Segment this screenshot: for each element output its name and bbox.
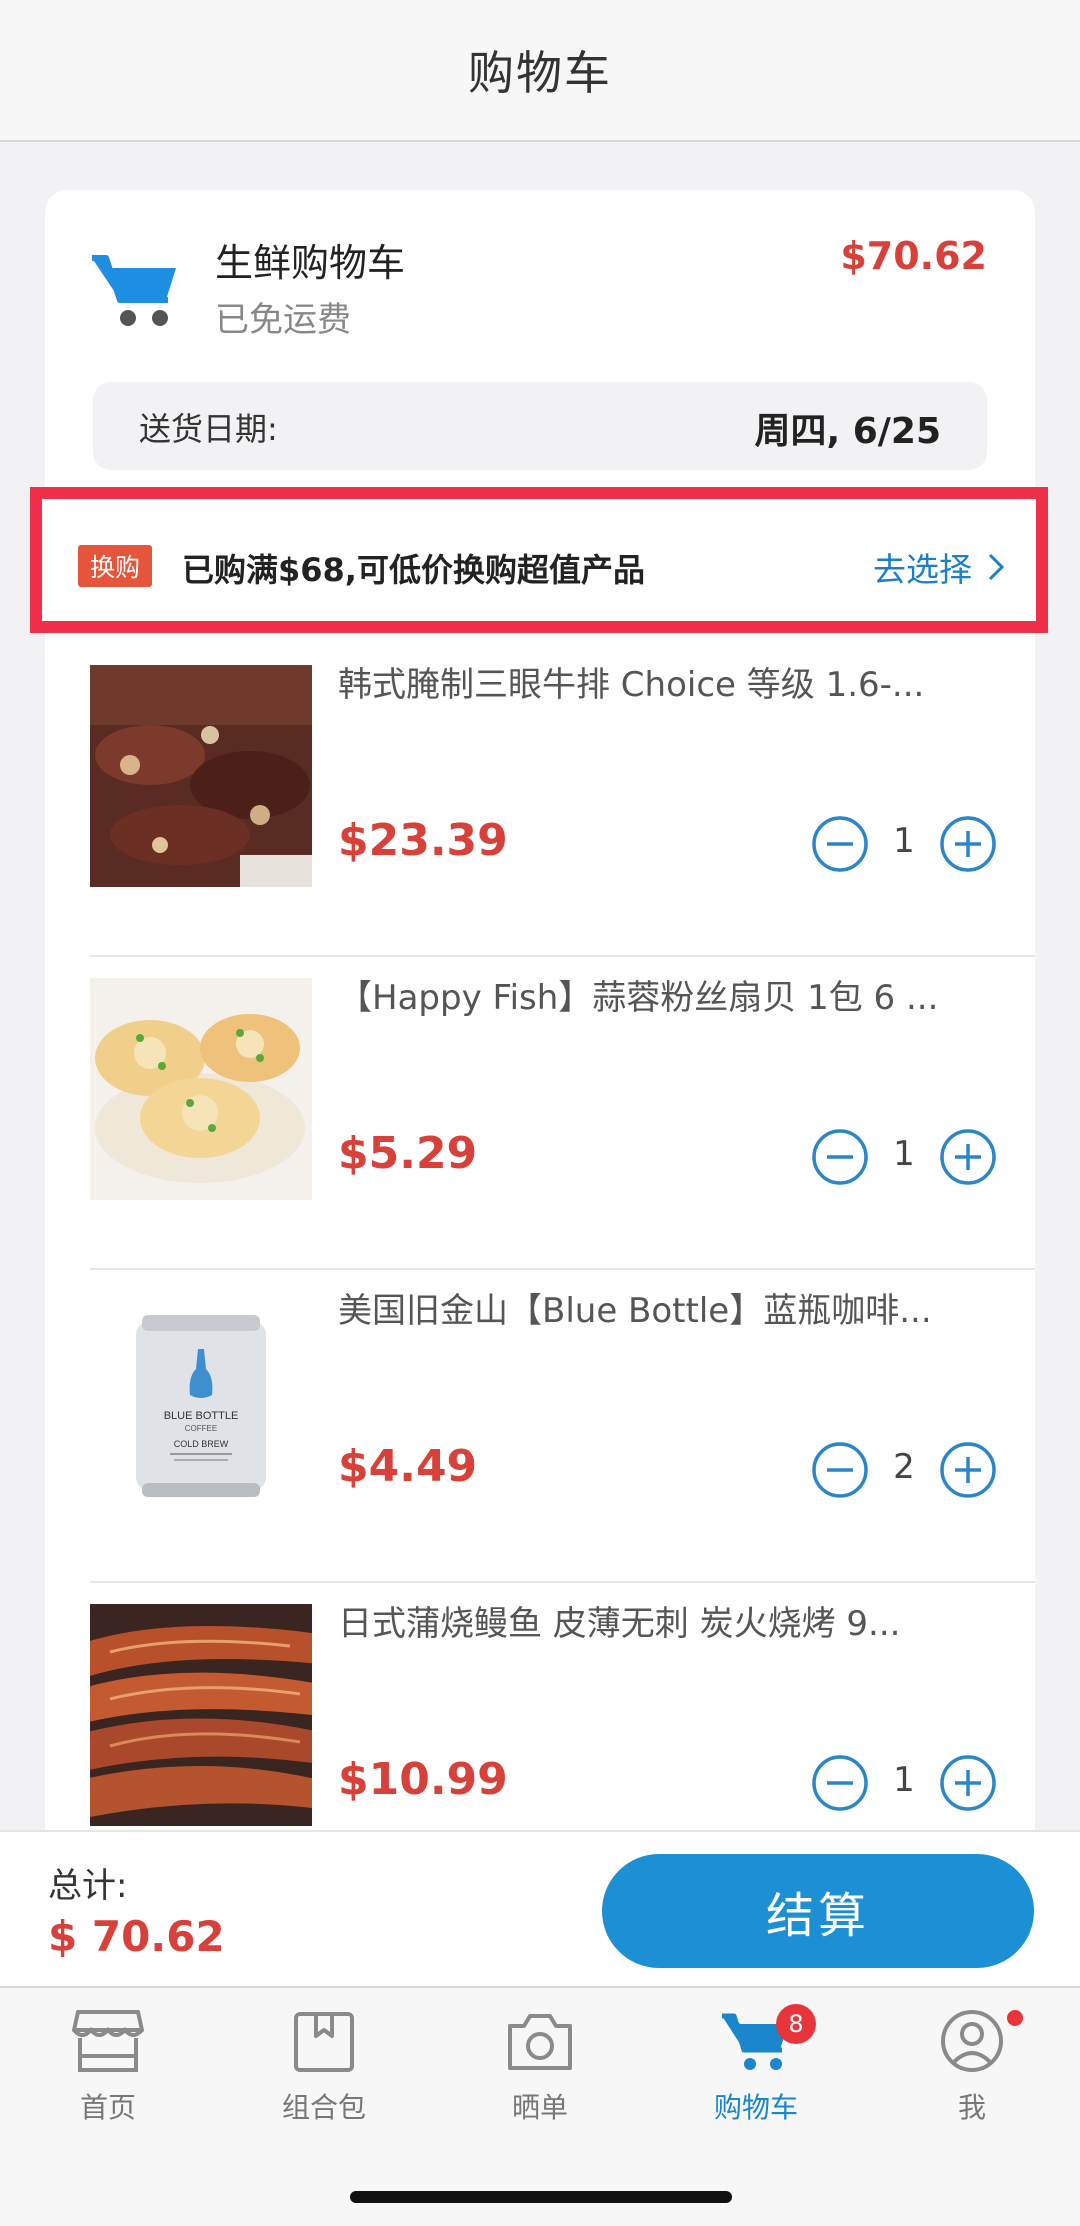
delivery-date-selector[interactable]: 送货日期: 周四, 6/25: [93, 382, 987, 470]
chevron-right-icon: [988, 553, 1005, 581]
quantity-value: 1: [893, 821, 915, 861]
promo-select-link[interactable]: 去选择: [873, 543, 1006, 591]
product-price: $5.29: [338, 1128, 478, 1179]
checkout-bar: 总计: $ 70.62 结算: [0, 1830, 1080, 1986]
product-price: $23.39: [338, 815, 508, 866]
profile-icon: [941, 2010, 1003, 2072]
page-title: 购物车: [468, 46, 612, 100]
quantity-value: 1: [893, 1760, 915, 1800]
minus-circle-icon[interactable]: [811, 1128, 869, 1186]
delivery-date-value: 周四, 6/25: [754, 411, 941, 452]
product-image[interactable]: [90, 665, 312, 887]
cart-name: 生鲜购物车: [215, 241, 406, 285]
plus-circle-icon[interactable]: [939, 1128, 997, 1186]
quantity-stepper: 2: [811, 1441, 997, 1499]
cart-subtotal: $70.62: [840, 234, 987, 278]
notification-dot: [1007, 2010, 1023, 2026]
home-indicator[interactable]: [350, 2191, 732, 2203]
tab-me[interactable]: 我: [882, 2008, 1062, 2128]
quantity-value: 2: [893, 1447, 915, 1487]
minus-circle-icon[interactable]: [811, 1441, 869, 1499]
tab-cart[interactable]: 8 购物车: [666, 2004, 846, 2128]
tab-bundle[interactable]: 组合包: [234, 2008, 414, 2128]
shipping-note: 已免运费: [215, 300, 351, 340]
store-icon: [72, 2010, 144, 2072]
total-value: $ 70.62: [48, 1912, 225, 1961]
bottom-tab-bar: 首页 组合包 晒单 8 购物车 我: [0, 1986, 1080, 2226]
product-price: $4.49: [338, 1441, 478, 1492]
product-name[interactable]: 日式蒲烧鳗鱼 皮薄无刺 炭火烧烤 9...: [338, 1596, 998, 1645]
nav-header: 购物车: [0, 0, 1080, 142]
cart-item[interactable]: BLUE BOTTLE COFFEE COLD BREW 美国旧金山【Blue …: [45, 1271, 1035, 1583]
tab-label: 我: [957, 2091, 986, 2124]
checkout-button[interactable]: 结算: [602, 1854, 1034, 1968]
minus-circle-icon[interactable]: [811, 1754, 869, 1812]
product-price: $10.99: [338, 1754, 508, 1805]
can-product-text: COLD BREW: [174, 1439, 229, 1449]
promo-text: 已购满$68,可低价换购超值产品: [182, 551, 645, 589]
cart-item[interactable]: 【Happy Fish】蒜蓉粉丝扇贝 1包 6 ... $5.29 1: [45, 958, 1035, 1270]
shopping-cart-icon: [92, 255, 176, 326]
cart-item[interactable]: 韩式腌制三眼牛排 Choice 等级 1.6-... $23.39 1: [45, 645, 1035, 957]
product-name[interactable]: 韩式腌制三眼牛排 Choice 等级 1.6-...: [338, 657, 998, 706]
tab-label: 购物车: [713, 2091, 798, 2124]
quantity-value: 1: [893, 1134, 915, 1174]
product-image[interactable]: [90, 1604, 312, 1826]
tab-home[interactable]: 首页: [18, 2008, 198, 2128]
plus-circle-icon[interactable]: [939, 815, 997, 873]
plus-circle-icon[interactable]: [939, 1441, 997, 1499]
item-divider: [90, 955, 1035, 957]
product-name[interactable]: 【Happy Fish】蒜蓉粉丝扇贝 1包 6 ...: [338, 970, 998, 1019]
item-divider: [90, 1268, 1035, 1270]
camera-icon: [508, 2014, 572, 2070]
tab-label: 首页: [79, 2091, 136, 2124]
minus-circle-icon[interactable]: [811, 815, 869, 873]
can-brand-text: BLUE BOTTLE: [164, 1410, 239, 1422]
product-image[interactable]: [90, 978, 312, 1200]
tab-label: 组合包: [281, 2091, 366, 2124]
product-image[interactable]: BLUE BOTTLE COFFEE COLD BREW: [90, 1291, 312, 1513]
cart-count-badge: 8: [776, 2004, 816, 2044]
delivery-date-label: 送货日期:: [139, 410, 278, 448]
promo-banner[interactable]: 换购 已购满$68,可低价换购超值产品 去选择: [30, 487, 1048, 633]
promo-link-label: 去选择: [873, 550, 972, 589]
quantity-stepper: 1: [811, 815, 997, 873]
quantity-stepper: 1: [811, 1128, 997, 1186]
package-icon: [294, 2012, 354, 2072]
can-sub-text: COFFEE: [185, 1424, 217, 1433]
total-label: 总计:: [48, 1866, 128, 1906]
plus-circle-icon[interactable]: [939, 1754, 997, 1812]
promo-badge: 换购: [78, 545, 152, 587]
product-name[interactable]: 美国旧金山【Blue Bottle】蓝瓶咖啡...: [338, 1283, 998, 1332]
tab-label: 晒单: [511, 2091, 568, 2124]
cart-header: 生鲜购物车 已免运费 $70.62: [45, 190, 1035, 370]
item-divider: [90, 1581, 1035, 1583]
tab-share[interactable]: 晒单: [450, 2008, 630, 2128]
quantity-stepper: 1: [811, 1754, 997, 1812]
